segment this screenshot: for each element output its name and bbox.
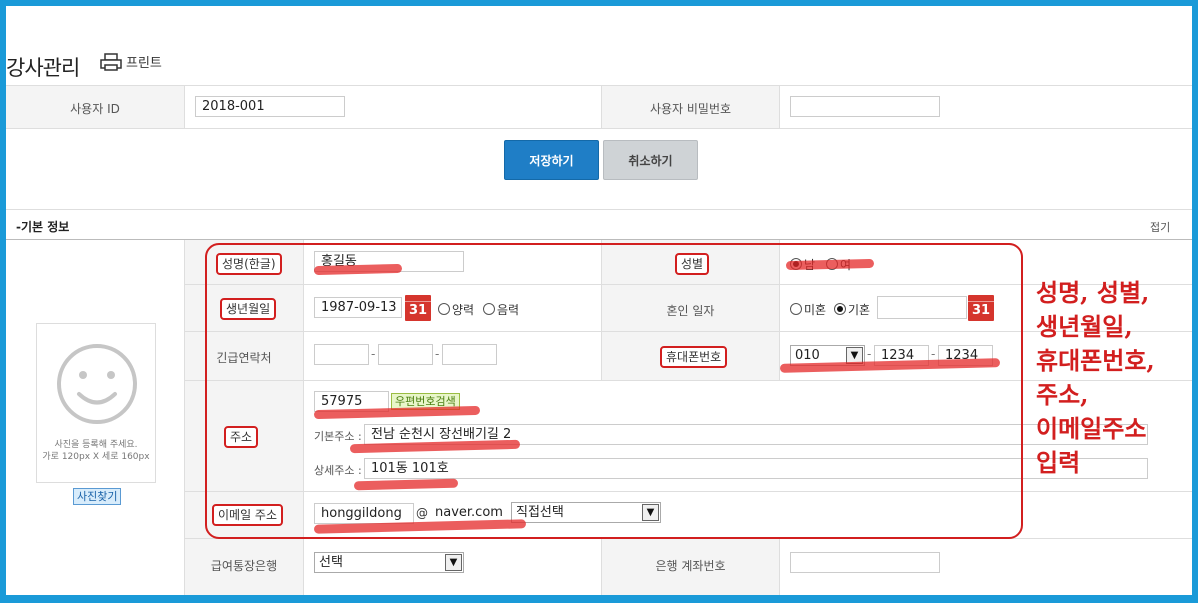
print-button[interactable]: 프린트: [100, 52, 162, 71]
highlight-box: [205, 243, 1023, 539]
save-button[interactable]: 저장하기: [504, 140, 599, 180]
divider: [6, 128, 1192, 129]
smiley-face-icon: [57, 344, 137, 424]
page-title: 강사관리: [6, 56, 80, 80]
user-id-input[interactable]: 2018-001: [195, 96, 345, 117]
divider: [779, 86, 780, 128]
photo-size-hint: 가로 120px X 세로 160px: [42, 452, 150, 462]
divider: [184, 86, 185, 128]
collapse-link[interactable]: 접기: [1150, 219, 1170, 235]
annotation-text: 성명, 성별, 생년월일, 휴대폰번호, 주소, 이메일주소 입력: [1036, 278, 1155, 477]
password-input[interactable]: [790, 96, 940, 117]
app-frame: 강사관리 프린트 사용자 ID 2018-001 사용자 비밀번호 저장하기 취…: [6, 6, 1192, 595]
chevron-down-icon: ▼: [445, 554, 462, 571]
password-label: 사용자 비밀번호: [649, 102, 732, 116]
cancel-button[interactable]: 취소하기: [603, 140, 698, 180]
divider: [779, 538, 780, 595]
printer-icon: [100, 52, 122, 71]
find-photo-button[interactable]: 사진찾기: [73, 488, 122, 505]
bank-label: 급여통장은행: [210, 559, 278, 573]
section-title: -기본 정보: [16, 220, 70, 234]
photo-hint: 사진을 등록해 주세요.: [54, 440, 138, 450]
bank-account-input[interactable]: [790, 552, 940, 573]
user-id-label: 사용자 ID: [70, 102, 120, 116]
print-label: 프린트: [126, 56, 162, 71]
divider: [6, 209, 1192, 210]
bank-account-label: 은행 계좌번호: [655, 559, 726, 573]
photo-placeholder[interactable]: 사진을 등록해 주세요. 가로 120px X 세로 160px: [36, 323, 156, 483]
bank-select[interactable]: 선택 ▼: [314, 552, 464, 573]
